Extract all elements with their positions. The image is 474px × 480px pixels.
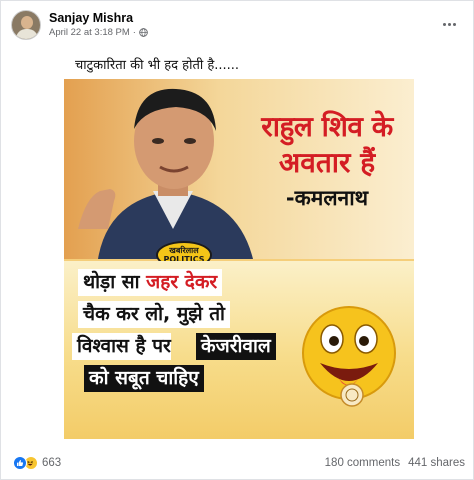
meme-graphic: राहुल शिव के अवतार हैं -कमलनाथ खबरिलाल P… <box>64 79 414 439</box>
image-caption: चाटुकारिता की भी हद होती है...... <box>75 58 240 73</box>
comments-count[interactable]: 180 comments <box>325 457 400 469</box>
quote-line-2: चैक कर लो, मुझे तो <box>78 301 230 328</box>
avatar[interactable] <box>11 10 41 40</box>
globe-icon <box>139 28 148 37</box>
post-date[interactable]: April 22 at 3:18 PM <box>49 26 130 39</box>
headline-attribution: -कमलनाथ <box>285 186 369 210</box>
quote-line-1b: जहर देकर <box>146 271 218 293</box>
reaction-icons[interactable] <box>13 456 38 470</box>
more-icon <box>442 22 446 26</box>
quote-line-1a: थोड़ा सा <box>83 271 147 293</box>
headline: राहुल शिव के अवतार हैं -कमलनाथ <box>242 109 412 213</box>
politician-photo <box>78 88 253 259</box>
quote-line-4: को सबूत चाहिए <box>84 365 204 392</box>
shares-count[interactable]: 441 shares <box>408 457 465 469</box>
meta-separator: · <box>132 27 136 38</box>
post-card: Sanjay Mishra April 22 at 3:18 PM · चाटु… <box>0 0 474 480</box>
avatar-head <box>21 16 33 29</box>
quote-line-1: थोड़ा सा जहर देकर <box>78 269 223 296</box>
post-image[interactable]: चाटुकारिता की भी हद होती है...... राहुल … <box>61 47 417 447</box>
laughing-emoji-icon <box>302 306 396 407</box>
meme-top-panel: राहुल शिव के अवतार हैं -कमलनाथ <box>64 79 414 259</box>
reactions-bar: 663 180 comments 441 shares <box>13 453 465 473</box>
quote-line-3b: केजरीवाल <box>196 333 276 360</box>
more-icon-dot <box>452 22 456 26</box>
badge-top-text: खबरिलाल <box>169 246 199 255</box>
author-block: Sanjay Mishra April 22 at 3:18 PM · <box>49 11 148 39</box>
post-meta: April 22 at 3:18 PM · <box>49 26 148 39</box>
more-icon-dot <box>447 22 451 26</box>
post-header: Sanjay Mishra April 22 at 3:18 PM · <box>11 9 463 41</box>
author-name[interactable]: Sanjay Mishra <box>49 11 148 26</box>
meme-bottom-panel: थोड़ा सा जहर देकर चैक कर लो, मुझे तो विश… <box>64 261 414 439</box>
avatar-body <box>16 29 38 39</box>
like-icon <box>13 456 27 470</box>
headline-line-1: राहुल शिव के <box>261 110 393 143</box>
quote-line-3a: विश्वास है पर <box>72 333 171 360</box>
reaction-count[interactable]: 663 <box>42 457 61 469</box>
engagement-stats: 180 comments 441 shares <box>325 457 465 469</box>
headline-line-2: अवतार हैं <box>278 146 376 179</box>
more-options-button[interactable] <box>439 15 459 33</box>
